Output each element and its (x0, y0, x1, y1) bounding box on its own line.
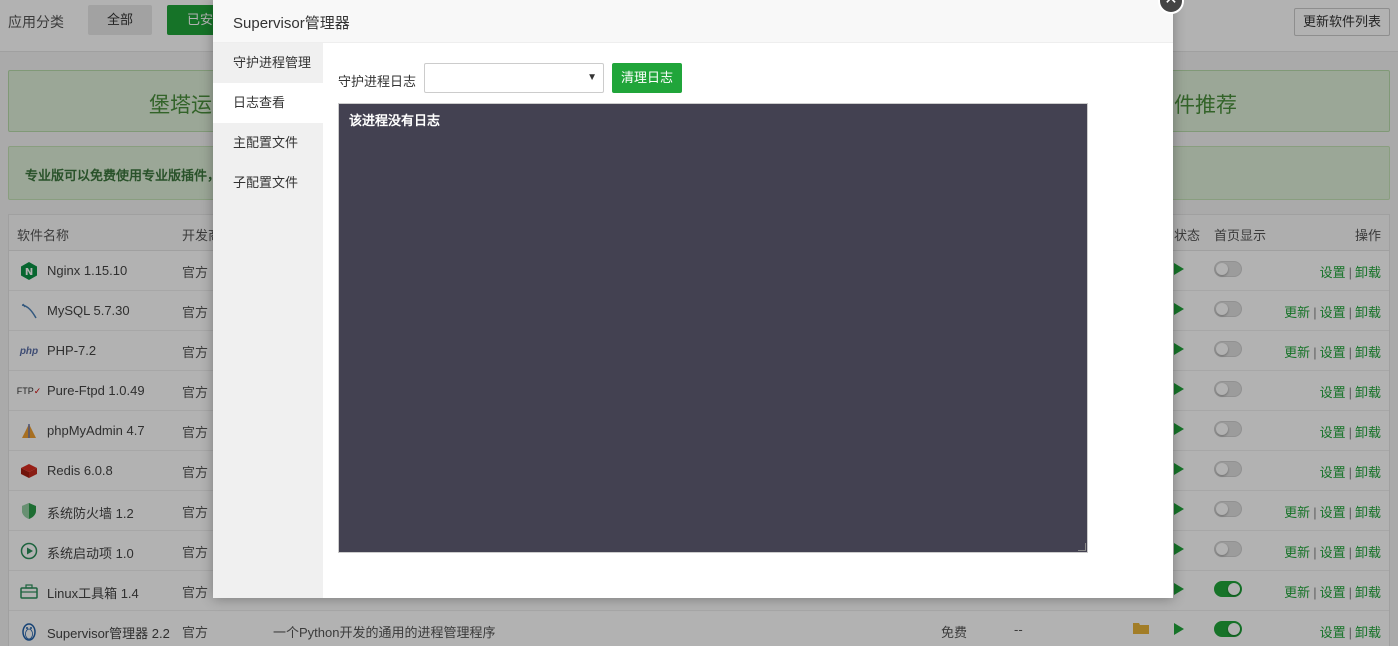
chevron-down-icon: ▼ (587, 72, 597, 83)
modal-header: Supervisor管理器 (213, 0, 1173, 43)
modal-sidebar: 守护进程管理 日志查看 主配置文件 子配置文件 (213, 43, 323, 598)
log-process-select[interactable]: ▼ (424, 63, 604, 93)
sidebar-item-process-management[interactable]: 守护进程管理 (213, 43, 323, 83)
log-content: 该进程没有日志 (349, 113, 441, 128)
sidebar-item-sub-config[interactable]: 子配置文件 (213, 163, 323, 203)
modal-title: Supervisor管理器 (233, 15, 350, 32)
resize-handle-icon[interactable] (1078, 543, 1086, 551)
sidebar-item-log-view[interactable]: 日志查看 (213, 83, 323, 123)
log-textarea[interactable]: 该进程没有日志 (338, 103, 1088, 553)
modal-body: 守护进程日志 ▼ 清理日志 该进程没有日志 (323, 43, 1173, 598)
supervisor-modal: Supervisor管理器 ✕ 守护进程管理 日志查看 主配置文件 子配置文件 … (213, 0, 1184, 598)
clear-log-button[interactable]: 清理日志 (612, 63, 682, 93)
log-select-label: 守护进程日志 (338, 74, 417, 89)
sidebar-item-main-config[interactable]: 主配置文件 (213, 123, 323, 163)
